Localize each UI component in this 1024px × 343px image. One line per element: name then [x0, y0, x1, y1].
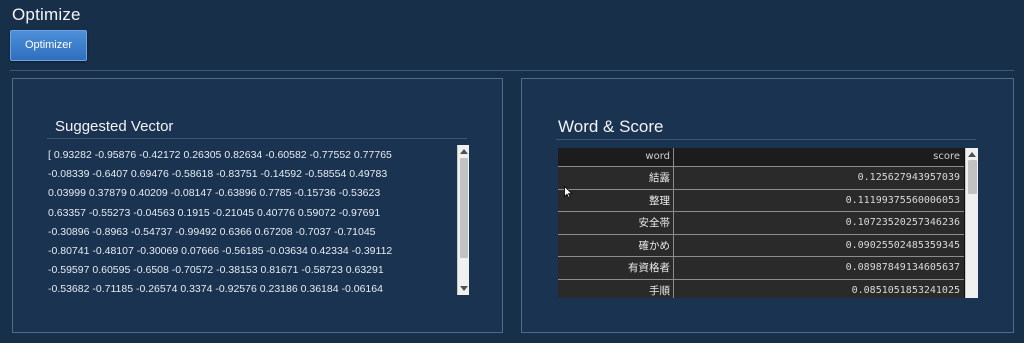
- section-divider: [10, 70, 1014, 71]
- score-cell: 0.08987849134605637: [845, 262, 960, 274]
- table-scrollbar[interactable]: [965, 148, 978, 298]
- word-cell: 確かめ: [558, 234, 674, 257]
- vector-textarea[interactable]: [ 0.93282 -0.95876 -0.42172 0.26305 0.82…: [46, 145, 469, 295]
- score-cell: 0.09025502485359345: [845, 239, 960, 251]
- vector-text: [ 0.93282 -0.95876 -0.42172 0.26305 0.82…: [46, 145, 454, 295]
- word-cell: 安全帯: [558, 212, 674, 234]
- score-cell: 0.111993755600060​53: [845, 194, 960, 206]
- vector-line: -0.80741 -0.48107 -0.30069 0.07666 -0.56…: [48, 245, 393, 258]
- suggested-vector-heading: Suggested Vector: [55, 118, 174, 135]
- word-cell: 手順: [558, 279, 674, 298]
- word-score-heading: Word & Score: [558, 117, 664, 136]
- optimizer-button[interactable]: Optimizer: [10, 30, 87, 61]
- heading-divider: [47, 138, 467, 139]
- app-window: Optimize Optimizer Suggested Vector [ 0.…: [0, 0, 1024, 343]
- vector-line: -0.30896 -0.8963 -0.54737 -0.99492 0.636…: [48, 225, 376, 238]
- scroll-up-icon[interactable]: [968, 152, 976, 157]
- vector-scrollbar[interactable]: [457, 145, 469, 295]
- score-cell: 0.10723520257346236: [845, 217, 960, 229]
- scroll-down-icon[interactable]: [460, 286, 468, 291]
- table-body: word score 結露 0.125627943957039 整理 0.111…: [558, 148, 964, 298]
- heading-divider: [556, 139, 976, 140]
- score-cell: 0.125627943957039: [857, 172, 960, 183]
- table-row[interactable]: 確かめ 0.09025502485359345: [558, 234, 964, 258]
- table-row[interactable]: 有資格者 0.08987849134605637: [558, 257, 964, 280]
- scroll-thumb[interactable]: [460, 158, 468, 258]
- table-row[interactable]: 手順 0.0851051853241025: [558, 279, 964, 298]
- vector-line: -0.53682 -0.71185 -0.26574 0.3374 -0.925…: [48, 283, 383, 295]
- suggested-vector-panel: Suggested Vector [ 0.93282 -0.95876 -0.4…: [12, 78, 503, 333]
- word-score-panel: Word & Score word score 結露 0.12562794395…: [521, 78, 1014, 333]
- scroll-up-icon[interactable]: [460, 149, 468, 154]
- table-row[interactable]: 整理 0.111993755600060​53: [558, 189, 964, 213]
- table-row[interactable]: 結露 0.125627943957039: [558, 167, 964, 190]
- page-title: Optimize: [12, 5, 81, 24]
- word-cell: 結露: [558, 167, 674, 189]
- vector-line: -0.59597 0.60595 -0.6508 -0.70572 -0.381…: [48, 264, 384, 277]
- table-header-row: word score: [558, 148, 964, 167]
- vector-line: 0.63357 -0.55273 -0.04563 0.1915 -0.2104…: [48, 206, 381, 219]
- word-cell: 有資格者: [558, 257, 674, 279]
- column-header-word[interactable]: word: [558, 148, 674, 166]
- table-row[interactable]: 安全帯 0.10723520257346236: [558, 212, 964, 235]
- word-score-table[interactable]: word score 結露 0.125627943957039 整理 0.111…: [558, 148, 978, 298]
- vector-line: -0.08339 -0.6407 0.69476 -0.58618 -0.837…: [48, 168, 388, 181]
- score-cell: 0.0851051853241025: [851, 284, 960, 296]
- vector-line: [ 0.93282 -0.95876 -0.42172 0.26305 0.82…: [48, 149, 392, 161]
- column-header-score[interactable]: score: [674, 148, 964, 166]
- word-cell: 整理: [558, 189, 674, 212]
- vector-line: 0.03999 0.37879 0.40209 -0.08147 -0.6389…: [48, 187, 381, 200]
- scroll-thumb[interactable]: [968, 160, 977, 194]
